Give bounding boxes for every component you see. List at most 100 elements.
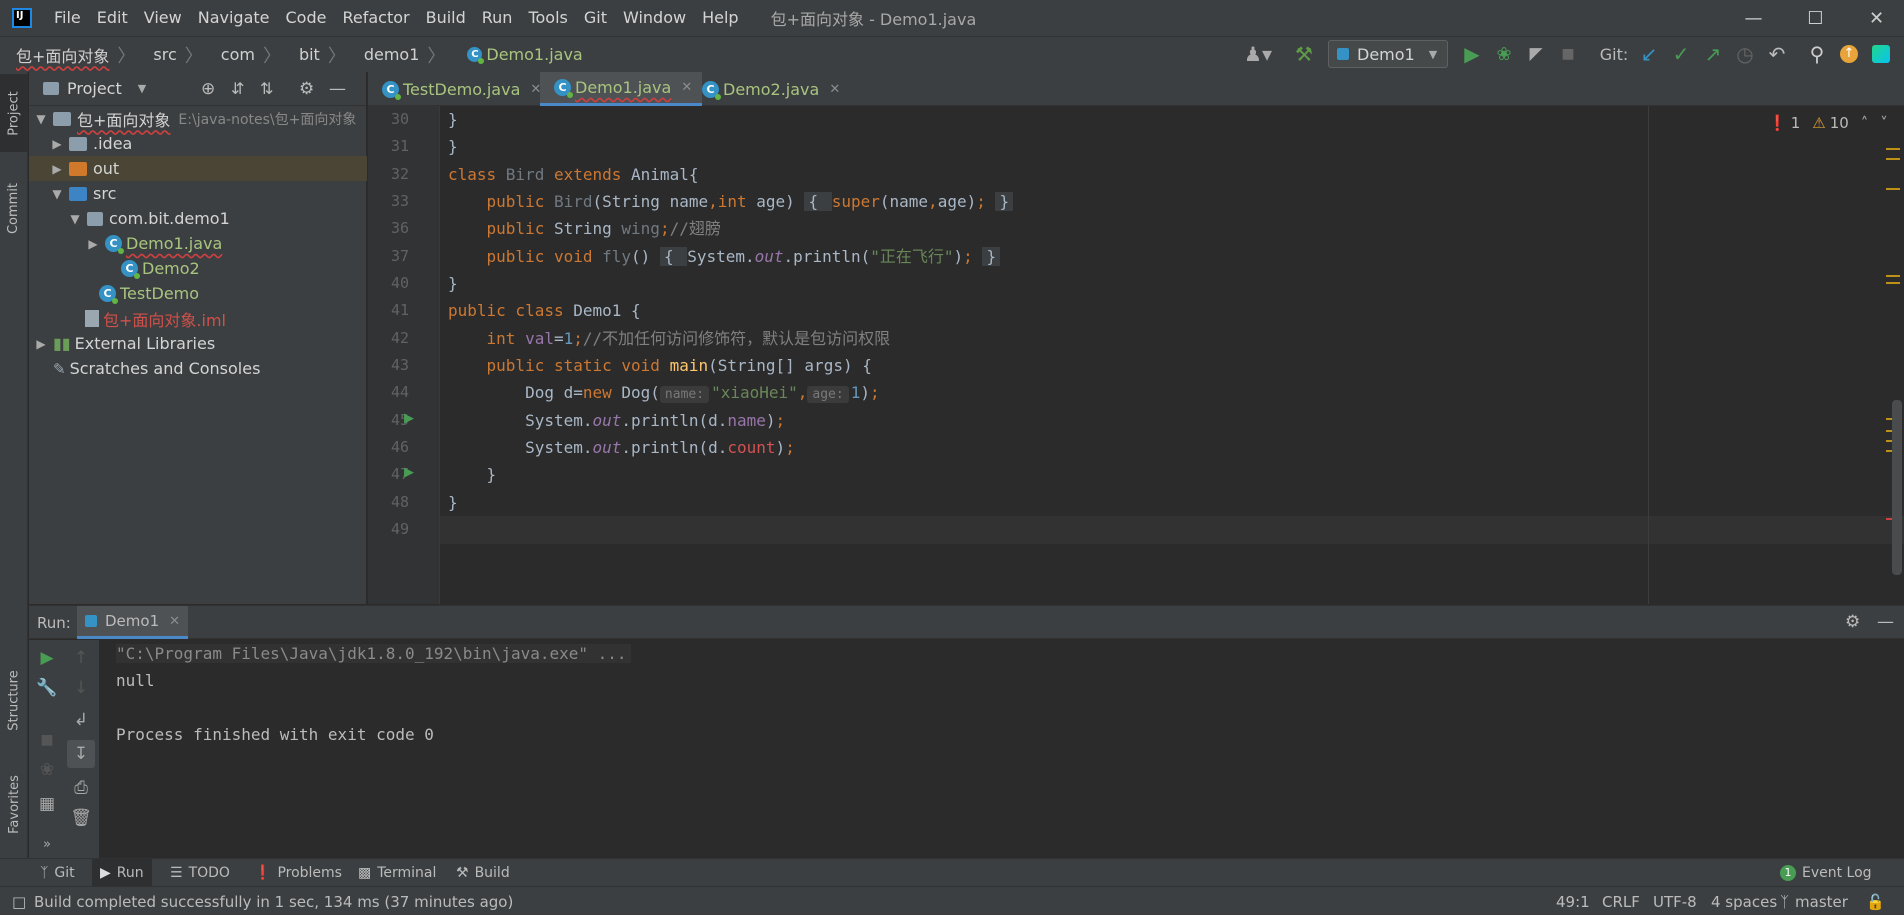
- console-line[interactable]: "C:\Program Files\Java\jdk1.8.0_192\bin\…: [116, 644, 631, 663]
- code-line[interactable]: public static void main(String[] args) {: [448, 352, 872, 379]
- tree-item-src[interactable]: ▼ src: [49, 181, 116, 206]
- git-update-icon[interactable]: ↙: [1636, 36, 1662, 72]
- debug-disabled-icon[interactable]: ❀: [33, 756, 61, 784]
- menu-code[interactable]: Code: [278, 0, 335, 36]
- tree-item-package[interactable]: ▼ com.bit.demo1: [67, 206, 229, 231]
- code-line[interactable]: }: [448, 461, 497, 488]
- arrow-up-icon[interactable]: ↑: [67, 644, 95, 672]
- updates-icon[interactable]: ↑: [1836, 36, 1862, 72]
- tool-build[interactable]: ⚒ Build: [456, 859, 510, 887]
- scroll-to-end-icon[interactable]: ↧: [67, 740, 95, 768]
- code-line[interactable]: int val=1;//不加任何访问修饰符，默认是包访问权限: [448, 325, 891, 352]
- breadcrumb-project[interactable]: 包+面向对象〉: [0, 42, 139, 68]
- tree-item-external-libraries[interactable]: ▶ ▮▮ External Libraries: [33, 331, 215, 356]
- intellij-logo-icon[interactable]: [12, 8, 32, 28]
- code-line[interactable]: System.out.println(d.name);: [448, 407, 785, 434]
- status-toggle-icon[interactable]: □: [12, 887, 26, 915]
- code-line[interactable]: }: [448, 133, 458, 160]
- run-config-select[interactable]: Demo1 ▼: [1328, 40, 1448, 68]
- tool-problems[interactable]: ❗ Problems: [254, 859, 342, 887]
- tab-favorites-vertical[interactable]: Favorites: [0, 756, 28, 852]
- menu-window[interactable]: Window: [615, 0, 694, 36]
- soft-wrap-icon[interactable]: ↲: [67, 706, 95, 734]
- code-line[interactable]: public class Demo1 {: [448, 297, 641, 324]
- stop-icon[interactable]: ■: [33, 726, 61, 754]
- menu-edit[interactable]: Edit: [89, 0, 136, 36]
- user-icon[interactable]: ♟▾: [1240, 36, 1276, 72]
- code-line[interactable]: }: [448, 106, 458, 133]
- code-line[interactable]: class Bird extends Animal{: [448, 161, 698, 188]
- tab-project-vertical[interactable]: Project: [0, 74, 28, 152]
- search-icon[interactable]: ⚲: [1804, 36, 1830, 72]
- tool-terminal[interactable]: ▩ Terminal: [358, 859, 436, 887]
- caret-position[interactable]: 49:1: [1556, 887, 1590, 915]
- warning-stripe[interactable]: [1886, 158, 1900, 160]
- build-hammer-icon[interactable]: ⚒: [1290, 36, 1318, 72]
- tree-item-scratches[interactable]: ✎ Scratches and Consoles: [49, 356, 260, 381]
- tab-structure-vertical[interactable]: Structure: [0, 652, 28, 748]
- warning-stripe[interactable]: [1886, 148, 1900, 150]
- git-branch-status[interactable]: ᛉ master: [1780, 887, 1848, 915]
- menu-help[interactable]: Help: [694, 0, 746, 36]
- gear-icon[interactable]: ⚙: [1845, 612, 1860, 632]
- warning-stripe[interactable]: [1886, 275, 1900, 277]
- more-icon[interactable]: »: [33, 830, 61, 858]
- breadcrumb-src[interactable]: src 〉: [139, 42, 206, 68]
- hide-panel-icon[interactable]: —: [329, 79, 346, 99]
- menu-navigate[interactable]: Navigate: [190, 0, 278, 36]
- stop-icon[interactable]: ■: [1554, 36, 1582, 72]
- chevron-down-icon[interactable]: ˅: [1880, 114, 1888, 132]
- tree-item-idea[interactable]: ▶ .idea: [49, 131, 132, 156]
- indent-setting[interactable]: 4 spaces: [1711, 887, 1777, 915]
- collapse-all-icon[interactable]: ⇅: [260, 79, 273, 98]
- warning-stripe[interactable]: [1886, 282, 1900, 284]
- code-line[interactable]: public String wing;//翅膀: [448, 215, 721, 242]
- menu-git[interactable]: Git: [576, 0, 615, 36]
- tab-testdemo[interactable]: C TestDemo.java ✕: [368, 72, 551, 106]
- menu-file[interactable]: File: [46, 0, 89, 36]
- hide-panel-icon[interactable]: —: [1877, 612, 1894, 632]
- tree-item-testdemo[interactable]: C TestDemo: [79, 281, 199, 306]
- run-gutter-icon[interactable]: ▶: [404, 465, 414, 480]
- run-tab-demo1[interactable]: Demo1 ✕: [77, 606, 189, 639]
- code-line[interactable]: Dog d=new Dog(name: "xiaoHei", age: 1);: [448, 379, 880, 406]
- editor-scrollbar[interactable]: [1892, 400, 1902, 575]
- jetbrains-toolbox-icon[interactable]: [1868, 36, 1894, 72]
- minimize-icon[interactable]: —: [1726, 0, 1781, 36]
- tool-run[interactable]: ▶ Run: [92, 859, 152, 887]
- gear-icon[interactable]: ⚙: [299, 79, 314, 99]
- expand-all-icon[interactable]: ⇵: [231, 79, 244, 98]
- menu-view[interactable]: View: [136, 0, 190, 36]
- tree-item-demo2[interactable]: C Demo2: [101, 256, 200, 281]
- code-line[interactable]: public Bird(String name,int age) { super…: [448, 188, 1014, 215]
- history-icon[interactable]: ◷: [1732, 36, 1758, 72]
- chevron-down-icon[interactable]: ▼: [138, 82, 146, 95]
- tab-demo1[interactable]: C Demo1.java ✕: [540, 72, 703, 106]
- close-icon[interactable]: ✕: [1849, 0, 1904, 36]
- warning-stripe[interactable]: [1886, 188, 1900, 190]
- code-line[interactable]: }: [448, 489, 458, 516]
- line-separator[interactable]: CRLF: [1602, 887, 1640, 915]
- tree-item-out[interactable]: ▶ out: [29, 156, 367, 181]
- menu-refactor[interactable]: Refactor: [334, 0, 417, 36]
- print-icon[interactable]: ⎙: [67, 774, 95, 802]
- close-tab-icon[interactable]: ✕: [169, 614, 180, 629]
- git-push-icon[interactable]: ↗: [1700, 36, 1726, 72]
- tree-root-project[interactable]: ▼ 包+面向对象 E:\java-notes\包+面向对象: [33, 106, 363, 131]
- coverage-icon[interactable]: ◤: [1522, 36, 1550, 72]
- arrow-down-icon[interactable]: ↓: [67, 674, 95, 702]
- rerun-icon[interactable]: ▶: [33, 644, 61, 672]
- breadcrumb-bit[interactable]: bit 〉: [285, 42, 350, 68]
- tool-git[interactable]: ᛉ Git: [40, 859, 75, 887]
- tree-item-iml[interactable]: 包+面向对象.iml: [65, 306, 226, 331]
- run-icon[interactable]: ▶: [1458, 36, 1486, 72]
- code-line[interactable]: public void fly() { System.out.println("…: [448, 243, 1001, 270]
- breadcrumb-demo1[interactable]: demo1 〉: [350, 42, 450, 68]
- breadcrumb-file[interactable]: C Demo1.java: [449, 45, 586, 64]
- tab-commit-vertical[interactable]: Commit: [0, 168, 28, 248]
- wrench-icon[interactable]: 🔧: [33, 674, 61, 702]
- git-commit-icon[interactable]: ✓: [1668, 36, 1694, 72]
- status-message[interactable]: Build completed successfully in 1 sec, 1…: [34, 887, 513, 915]
- chevron-up-icon[interactable]: ˄: [1861, 114, 1869, 132]
- tab-demo2[interactable]: C Demo2.java ✕: [688, 72, 850, 106]
